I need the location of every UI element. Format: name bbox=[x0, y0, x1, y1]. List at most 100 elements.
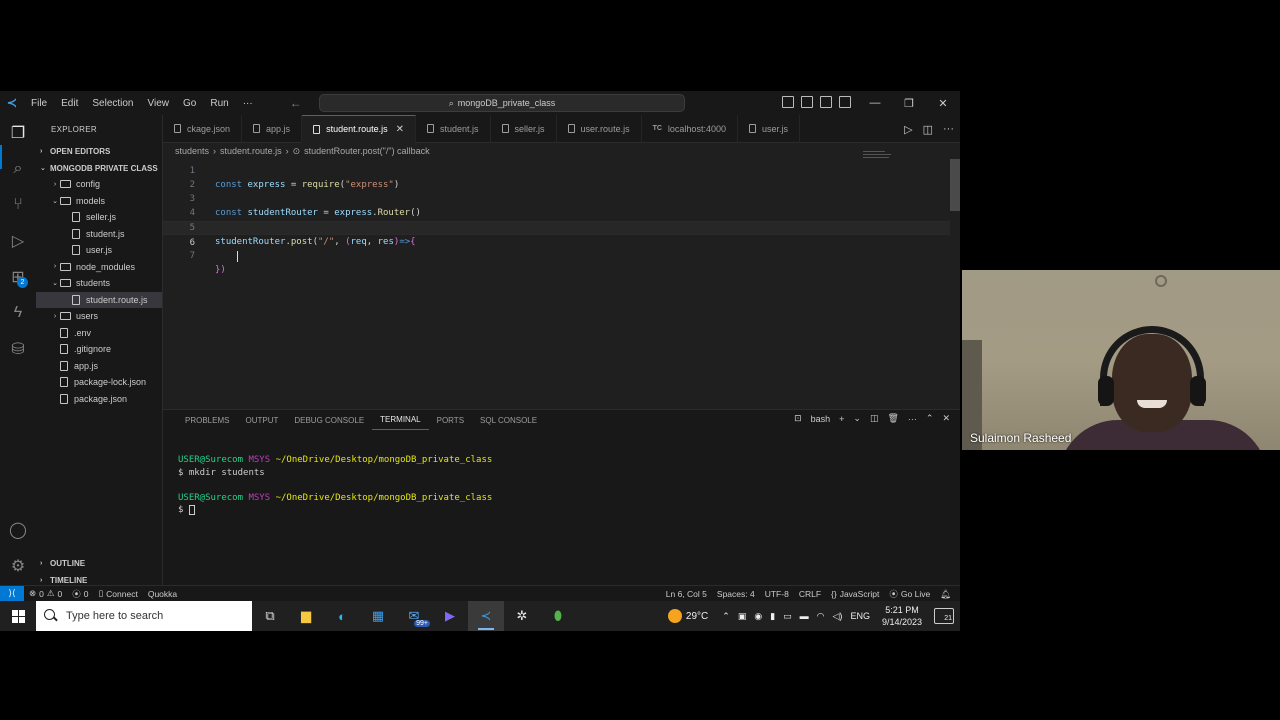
menu-view[interactable]: View bbox=[141, 98, 177, 109]
close-tab-icon[interactable]: ✕ bbox=[396, 124, 404, 135]
command-center-search[interactable]: ⌕ mongoDB_private_class bbox=[319, 94, 685, 112]
tab-terminal[interactable]: TERMINAL bbox=[372, 410, 429, 430]
back-arrow-icon[interactable]: ← bbox=[290, 96, 302, 110]
run-debug-icon[interactable]: ▷ bbox=[6, 229, 30, 253]
maximize-panel-icon[interactable]: ⌃ bbox=[926, 413, 934, 424]
menu-run[interactable]: Run bbox=[203, 98, 235, 109]
tree-item[interactable]: user.js bbox=[36, 242, 162, 259]
minimize-button[interactable]: — bbox=[858, 91, 892, 115]
quokka-status[interactable]: Quokka bbox=[143, 589, 182, 599]
tree-item[interactable]: package-lock.json bbox=[36, 374, 162, 391]
terminal-output[interactable]: USER@Surecom MSYS ~/OneDrive/Desktop/mon… bbox=[178, 454, 492, 517]
project-section[interactable]: ⌄ MONGODB PRIVATE CLASS bbox=[36, 160, 162, 176]
cursor-position[interactable]: Ln 6, Col 5 bbox=[661, 589, 712, 599]
trash-icon[interactable]: 🗑 bbox=[887, 413, 898, 424]
tree-item[interactable]: student.js bbox=[36, 226, 162, 243]
new-terminal-icon[interactable]: + bbox=[839, 414, 844, 424]
editor-tab[interactable]: user.route.js bbox=[557, 114, 642, 143]
toggle-secondary-sidebar-icon[interactable] bbox=[820, 96, 832, 108]
menu-more[interactable]: ··· bbox=[236, 98, 260, 109]
editor-tab[interactable]: app.js bbox=[242, 114, 303, 143]
chevron-down-icon[interactable]: ⌄ bbox=[853, 413, 861, 424]
search-view-icon[interactable]: ⌕ bbox=[6, 157, 30, 181]
remote-indicator-icon[interactable]: ⟩⟨ bbox=[0, 585, 24, 601]
account-icon[interactable]: ◯ bbox=[6, 518, 30, 542]
close-panel-icon[interactable]: ✕ bbox=[942, 413, 950, 424]
notification-center-icon[interactable]: 21 bbox=[934, 608, 954, 624]
toggle-sidebar-icon[interactable] bbox=[782, 96, 794, 108]
indentation[interactable]: Spaces: 4 bbox=[712, 589, 760, 599]
shell-label[interactable]: bash bbox=[811, 414, 831, 424]
editor-tab[interactable]: user.js bbox=[738, 114, 800, 143]
edge-browser-icon[interactable]: ◐ bbox=[324, 601, 360, 631]
menu-edit[interactable]: Edit bbox=[54, 98, 85, 109]
menu-selection[interactable]: Selection bbox=[85, 98, 140, 109]
tree-item[interactable]: .gitignore bbox=[36, 341, 162, 358]
file-explorer-icon[interactable]: ▆ bbox=[288, 601, 324, 631]
tab-ports[interactable]: PORTS bbox=[429, 410, 472, 430]
media-player-icon[interactable]: ▶ bbox=[432, 601, 468, 631]
taskbar-search[interactable]: Type here to search bbox=[36, 601, 252, 631]
editor-tab[interactable]: student.js bbox=[416, 114, 491, 143]
thunder-client-icon[interactable]: ϟ bbox=[6, 301, 30, 325]
extensions-icon[interactable]: ⊞2 bbox=[6, 265, 30, 289]
go-live-status[interactable]: ⦿ Go Live bbox=[884, 588, 935, 600]
tab-output[interactable]: OUTPUT bbox=[237, 410, 286, 430]
connect-status[interactable]: ▯ Connect bbox=[93, 588, 142, 599]
editor-tab[interactable]: seller.js bbox=[491, 114, 557, 143]
editor-tab[interactable]: student.route.js ✕ bbox=[302, 114, 416, 143]
vscode-taskbar-icon[interactable]: ≺ bbox=[468, 601, 504, 631]
wifi-icon[interactable]: ◠ bbox=[817, 611, 825, 622]
run-icon[interactable]: ▷ bbox=[904, 123, 912, 136]
tree-item[interactable]: ⌄ students bbox=[36, 275, 162, 292]
mongodb-compass-icon[interactable]: ⬮ bbox=[540, 601, 576, 631]
settings-gear-icon[interactable]: ⚙ bbox=[6, 554, 30, 578]
tree-item[interactable]: › users bbox=[36, 308, 162, 325]
volume-icon[interactable]: ◁) bbox=[833, 611, 843, 622]
windows-start-icon[interactable] bbox=[0, 601, 36, 631]
problems-status[interactable]: ⊗ 0 ⚠ 0 bbox=[24, 588, 67, 599]
language-mode[interactable]: {} JavaScript bbox=[826, 589, 884, 599]
tree-item[interactable]: app.js bbox=[36, 358, 162, 375]
camera-icon[interactable]: ▭ bbox=[783, 611, 792, 622]
ports-status[interactable]: ⦿ 0 bbox=[67, 588, 93, 600]
editor-tab[interactable]: ckage.json bbox=[163, 114, 243, 143]
tree-item[interactable]: › node_modules bbox=[36, 259, 162, 276]
scrollbar-thumb[interactable] bbox=[950, 159, 960, 211]
open-editors-section[interactable]: › OPEN EDITORS bbox=[36, 143, 162, 159]
tree-item[interactable]: ⌄ models bbox=[36, 193, 162, 210]
toggle-panel-icon[interactable] bbox=[801, 96, 813, 108]
task-view-icon[interactable]: ⧉ bbox=[252, 601, 288, 631]
explorer-icon[interactable]: ❐ bbox=[6, 121, 30, 145]
menu-go[interactable]: Go bbox=[176, 98, 203, 109]
tree-item[interactable]: .env bbox=[36, 325, 162, 342]
split-editor-icon[interactable]: ◫ bbox=[923, 123, 933, 136]
tab-sql-console[interactable]: SQL CONSOLE bbox=[472, 410, 545, 430]
line-ending[interactable]: CRLF bbox=[794, 589, 826, 599]
split-terminal-icon[interactable]: ◫ bbox=[870, 413, 879, 424]
outline-section[interactable]: › OUTLINE bbox=[36, 555, 163, 571]
clock[interactable]: 5:21 PM 9/14/2023 bbox=[874, 604, 930, 628]
battery-icon[interactable]: ▬ bbox=[800, 611, 809, 621]
tree-item[interactable]: › config bbox=[36, 176, 162, 193]
tree-item[interactable]: student.route.js bbox=[36, 291, 162, 308]
tab-debug-console[interactable]: DEBUG CONSOLE bbox=[286, 410, 372, 430]
microphone-icon[interactable]: ▮ bbox=[770, 611, 775, 622]
menu-file[interactable]: File bbox=[24, 98, 54, 109]
tab-problems[interactable]: PROBLEMS bbox=[177, 410, 237, 430]
tray-app-icon[interactable]: ▣ bbox=[738, 611, 747, 622]
encoding[interactable]: UTF-8 bbox=[760, 589, 794, 599]
meet-now-icon[interactable]: ◉ bbox=[754, 611, 762, 622]
source-control-icon[interactable]: ⑂ bbox=[6, 193, 30, 217]
mail-icon[interactable]: ✉ 99+ bbox=[396, 601, 432, 631]
tree-item[interactable]: seller.js bbox=[36, 209, 162, 226]
close-window-button[interactable]: ✕ bbox=[926, 91, 960, 115]
store-icon[interactable]: ▦ bbox=[360, 601, 396, 631]
weather-widget[interactable]: 29°C bbox=[667, 609, 708, 623]
more-actions-icon[interactable]: ··· bbox=[908, 414, 917, 424]
minimap[interactable] bbox=[863, 151, 893, 161]
input-language[interactable]: ENG bbox=[850, 611, 870, 621]
slack-icon[interactable]: ✲ bbox=[504, 601, 540, 631]
tree-item[interactable]: package.json bbox=[36, 391, 162, 408]
more-actions-icon[interactable]: ··· bbox=[943, 123, 954, 135]
